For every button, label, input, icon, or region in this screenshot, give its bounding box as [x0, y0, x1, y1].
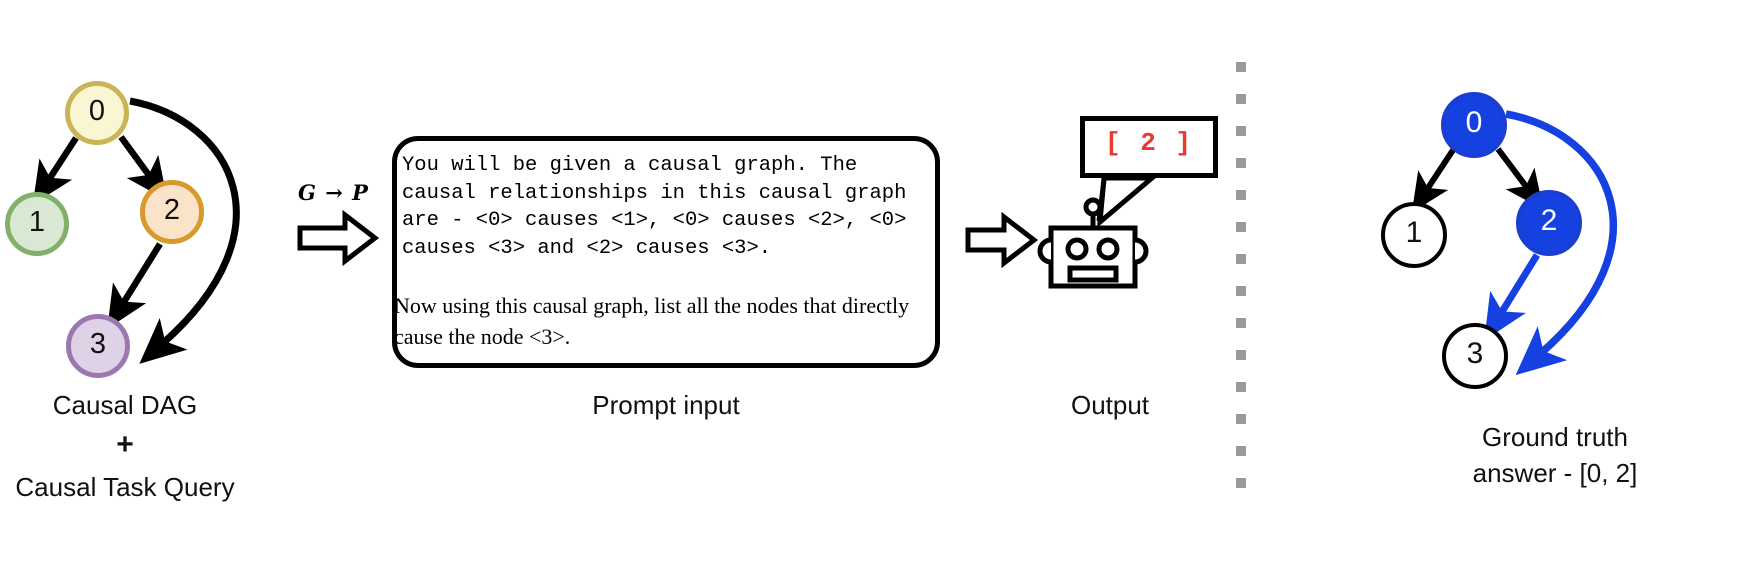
dag-node-1: 1: [5, 192, 69, 256]
graph-to-prompt-label: G → P: [298, 180, 369, 205]
speech-bubble-tail: [1096, 175, 1159, 228]
robot-icon: [1037, 197, 1149, 289]
dag-node-0-label: 0: [88, 94, 106, 127]
caption-ground-truth-line1: Ground truth: [1482, 422, 1628, 452]
caption-task-query: Causal Task Query: [15, 472, 235, 502]
caption-causal-dag: Causal DAG: [52, 390, 198, 420]
gt-node-3-label: 3: [1466, 337, 1484, 370]
caption-output: Output: [1070, 390, 1150, 420]
caption-ground-truth-line2: answer - [0, 2]: [1472, 458, 1638, 488]
dag-node-3-label: 3: [89, 327, 107, 360]
prompt-question-text: Now using this causal graph, list all th…: [394, 293, 910, 349]
gt-node-2: 2: [1516, 190, 1582, 256]
gt-node-2-label: 2: [1540, 204, 1558, 237]
dag-node-2-label: 2: [163, 193, 181, 226]
section-divider: [1236, 62, 1246, 492]
gt-node-1-label: 1: [1405, 216, 1423, 249]
dag-edge-0-2: [118, 135, 168, 201]
dag-node-3: 3: [66, 314, 130, 378]
figure-canvas: 0 1 2 3 G → P You will be given a causal…: [0, 0, 1750, 572]
model-answer-text: [ 2 ]: [1104, 128, 1193, 158]
caption-plus-sign: +: [116, 428, 134, 461]
block-arrow-graph-to-prompt: [297, 209, 380, 267]
gt-node-0: 0: [1441, 92, 1507, 158]
dag-node-2: 2: [140, 180, 204, 244]
caption-prompt-input: Prompt input: [592, 390, 740, 420]
gt-edge-0-2: [1495, 147, 1544, 210]
gt-node-3: 3: [1442, 323, 1508, 389]
gt-edge-2-3: [1484, 253, 1540, 341]
block-arrow-prompt-to-output: [965, 211, 1039, 269]
dag-edge-2-3: [107, 242, 163, 329]
gt-node-1: 1: [1381, 202, 1447, 268]
dag-node-1-label: 1: [28, 205, 46, 238]
dag-edge-0-1: [32, 136, 79, 205]
gt-node-0-label: 0: [1465, 106, 1483, 139]
prompt-mono-text: You will be given a causal graph. The ca…: [402, 154, 907, 260]
dag-node-0: 0: [65, 81, 129, 145]
gt-edge-0-1: [1411, 148, 1456, 213]
